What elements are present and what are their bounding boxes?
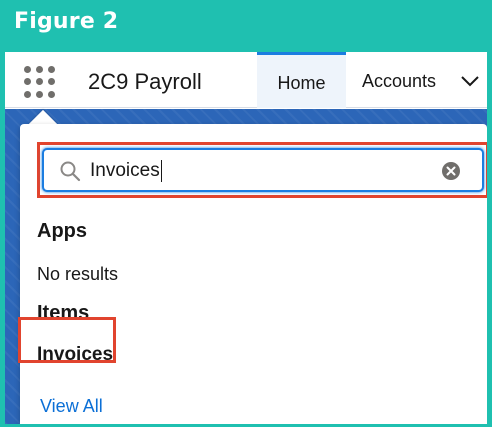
item-highlight-box <box>18 317 116 363</box>
figure-label: Figure 2 <box>14 9 119 34</box>
clear-icon[interactable] <box>441 161 461 181</box>
search-box[interactable] <box>42 148 484 192</box>
app-launcher-icon[interactable] <box>24 66 56 98</box>
search-icon <box>60 161 81 182</box>
apps-no-results: No results <box>37 264 119 284</box>
search-input[interactable] <box>90 156 430 186</box>
tab-accounts[interactable]: Accounts <box>362 52 436 108</box>
app-launcher-dropdown: Apps No results Items Invoices View All <box>20 124 487 424</box>
app-name: 2C9 Payroll <box>88 69 202 94</box>
tab-home[interactable]: Home <box>257 52 346 108</box>
chevron-down-icon[interactable] <box>460 75 480 87</box>
app-window: 2C9 Payroll Home Accounts Apps No result… <box>5 52 487 424</box>
text-cursor <box>161 160 162 182</box>
view-all-link[interactable]: View All <box>40 396 103 417</box>
nav-bar: 2C9 Payroll Home Accounts <box>5 52 487 108</box>
apps-heading: Apps <box>37 220 87 242</box>
